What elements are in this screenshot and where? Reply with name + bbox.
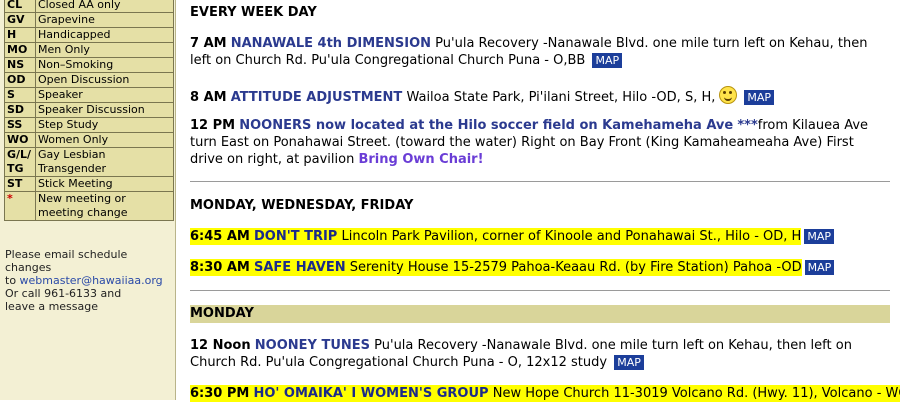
contact-line-2: to webmaster@hawaiiaa.org [5, 274, 173, 287]
meeting-time: 12 Noon [190, 338, 251, 353]
meeting-name: NOONERS now located at the Hilo soccer f… [239, 118, 734, 133]
meeting-time: 8 AM [190, 90, 227, 105]
meeting-time: 6:45 AM [190, 229, 250, 244]
meeting-dont-trip: 6:45 AM DON'T TRIP Lincoln Park Pavilion… [190, 228, 890, 245]
legend-row: ST Stick Meeting [4, 176, 174, 192]
legend-meaning: Non–Smoking [35, 57, 174, 73]
legend-meaning: Women Only [35, 132, 174, 148]
legend-meaning: Speaker [35, 87, 174, 103]
meeting-details: Wailoa State Park, Pi'ilani Street, Hilo… [406, 90, 716, 105]
legend-meaning: Step Study [35, 117, 174, 133]
legend-meaning: Closed AA only [35, 0, 174, 13]
meeting-details: New Hope Church 11-3019 Volcano Rd. (Hwy… [492, 386, 900, 401]
legend-row: GV Grapevine [4, 12, 174, 28]
meeting-time: 6:30 PM [190, 386, 250, 401]
map-button[interactable]: MAP [614, 355, 644, 370]
legend-code: ST [4, 176, 36, 192]
legend-code: WO [4, 132, 36, 148]
meeting-time: 7 AM [190, 36, 227, 51]
contact-line-3: Or call 961-6133 and [5, 287, 122, 300]
legend-code: SS [4, 117, 36, 133]
section-title-every-week-day: EVERY WEEK DAY [190, 5, 317, 20]
meeting-name: ATTITUDE ADJUSTMENT [230, 90, 403, 105]
meeting-name: DON'T TRIP [254, 229, 338, 244]
meeting-nooners: 12 PM NOONERS now located at the Hilo so… [190, 117, 890, 168]
highlight-row: 6:30 PM HO' OMAIKA' I WOMEN'S GROUP New … [190, 385, 900, 402]
legend-code: MO [4, 42, 36, 58]
highlight-row: 8:30 AM SAFE HAVEN Serenity House 15-257… [190, 259, 802, 276]
legend-row: MO Men Only [4, 42, 174, 58]
legend-row: OD Open Discussion [4, 72, 174, 88]
legend-meaning: New meeting or meeting change [35, 191, 174, 221]
section-title-monday: MONDAY [190, 305, 890, 323]
map-button[interactable]: MAP [804, 229, 834, 244]
legend-code: H [4, 27, 36, 43]
legend-code: OD [4, 72, 36, 88]
legend-code: S [4, 87, 36, 103]
legend-meaning: Stick Meeting [35, 176, 174, 192]
legend-row: NS Non–Smoking [4, 57, 174, 73]
meeting-extra-note: Bring Own Chair! [358, 152, 484, 167]
meeting-time: 12 PM [190, 118, 236, 133]
legend-row: SS Step Study [4, 117, 174, 133]
legend-row: WO Women Only [4, 132, 174, 148]
meeting-nanawale: 7 AM NANAWALE 4th DIMENSION Pu'ula Recov… [190, 35, 890, 69]
legend-meaning: Speaker Discussion [35, 102, 174, 118]
meeting-time: 8:30 AM [190, 260, 250, 275]
legend-row: SD Speaker Discussion [4, 102, 174, 118]
meeting-safe-haven: 8:30 AM SAFE HAVEN Serenity House 15-257… [190, 259, 890, 276]
contact-line-1: Please email schedule changes [5, 248, 128, 274]
meeting-nooney-tunes: 12 Noon NOONEY TUNES Pu'ula Recovery -Na… [190, 337, 890, 371]
legend-meaning: Open Discussion [35, 72, 174, 88]
meeting-hoomaikai-womens: 6:30 PM HO' OMAIKA' I WOMEN'S GROUP New … [190, 385, 900, 402]
map-button[interactable]: MAP [744, 90, 775, 105]
contact-line-4: leave a message [5, 300, 99, 313]
legend-code: NS [4, 57, 36, 73]
legend-row: S Speaker [4, 87, 174, 103]
smiley-icon [719, 86, 738, 104]
divider [190, 181, 890, 182]
meeting-name: HO' OMAIKA' I WOMEN'S GROUP [253, 386, 489, 401]
legend-row: CL Closed AA only [4, 0, 174, 13]
legend-code: * [4, 191, 36, 221]
legend-meaning: Grapevine [35, 12, 174, 28]
legend-meaning: Handicapped [35, 27, 174, 43]
legend-table: CL Closed AA only GV Grapevine H Handicapped M… [4, 0, 174, 221]
meeting-attitude-adjustment: 8 AM ATTITUDE ADJUSTMENT Wailoa State Pa… [190, 86, 890, 106]
legend-code: CL [4, 0, 36, 13]
map-button[interactable]: MAP [804, 260, 835, 275]
meeting-details: Serenity House 15-2579 Pahoa-Keaau Rd. (… [349, 260, 802, 275]
webmaster-email-link[interactable]: webmaster@hawaiiaa.org [20, 274, 163, 287]
legend-meaning: Men Only [35, 42, 174, 58]
highlight-row: 6:45 AM DON'T TRIP Lincoln Park Pavilion… [190, 228, 802, 245]
section-title-mon-wed-fri: MONDAY, WEDNESDAY, FRIDAY [190, 198, 414, 213]
legend-row: G/L/ TG Gay Lesbian Transgender [4, 147, 174, 177]
meeting-name: NOONEY TUNES [254, 338, 370, 353]
main-content: EVERY WEEK DAY 7 AM NANAWALE 4th DIMENSI… [190, 0, 900, 402]
meeting-details: Lincoln Park Pavilion, corner of Kinoole… [341, 229, 802, 244]
legend-row: * New meeting or meeting change [4, 191, 174, 221]
divider [190, 290, 890, 291]
legend-code: SD [4, 102, 36, 118]
map-button[interactable]: MAP [592, 53, 623, 68]
meeting-stars: *** [737, 118, 758, 133]
legend-code: G/L/ TG [4, 147, 36, 177]
legend-row: H Handicapped [4, 27, 174, 43]
legend-meaning: Gay Lesbian Transgender [35, 147, 174, 177]
contact-to: to [5, 274, 17, 287]
contact-info: Please email schedule changes to webmast… [5, 248, 173, 313]
legend-code: GV [4, 12, 36, 28]
sidebar: CL Closed AA only GV Grapevine H Handicapped M… [0, 0, 176, 400]
meeting-name: NANAWALE 4th DIMENSION [230, 36, 432, 51]
meeting-name: SAFE HAVEN [254, 260, 346, 275]
